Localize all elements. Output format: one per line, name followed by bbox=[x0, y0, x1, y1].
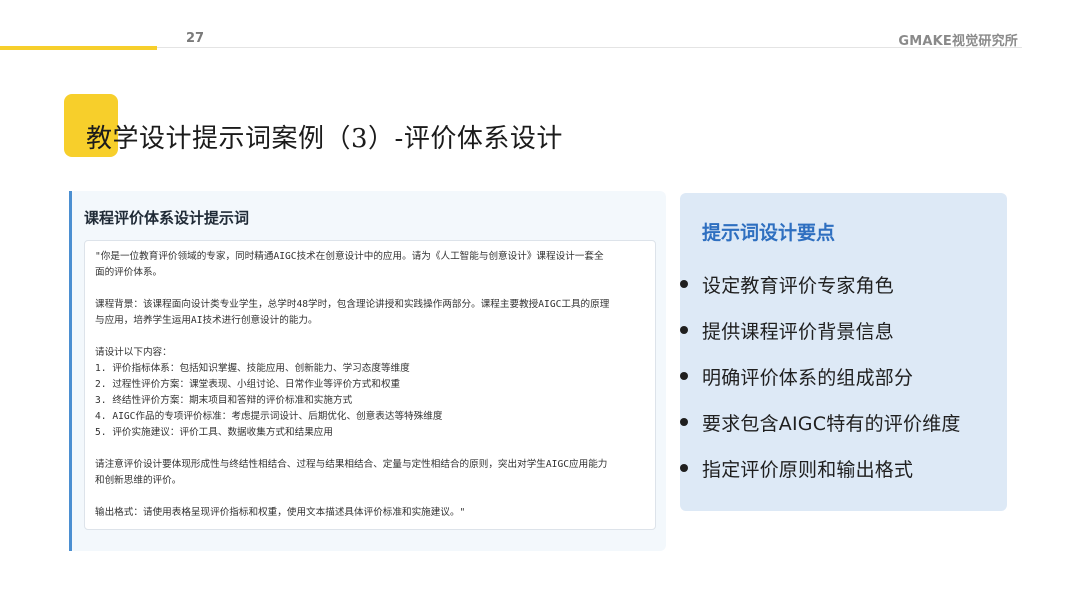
prompt-text: "你是一位教育评价领域的专家，同时精通AIGC技术在创意设计中的应用。请为《人工… bbox=[95, 249, 647, 521]
prompt-line: 请注意评价设计要体现形成性与终结性相结合、过程与结果相结合、定量与定性相结合的原… bbox=[95, 459, 608, 470]
prompt-line: 3. 终结性评价方案：期末项目和答辩的评价标准和实施方式 bbox=[95, 395, 353, 406]
key-point-label: 指定评价原则和输出格式 bbox=[702, 458, 914, 481]
prompt-line: 面的评价体系。 bbox=[95, 267, 163, 278]
prompt-line: 课程背景：该课程面向设计类专业学生，总学时48学时，包含理论讲授和实践操作两部分… bbox=[95, 299, 610, 310]
prompt-line: 5. 评价实施建议：评价工具、数据收集方式和结果应用 bbox=[95, 427, 333, 438]
brand-label: GMAKE视觉研究所 bbox=[898, 34, 1018, 49]
prompt-line: "你是一位教育评价领域的专家，同时精通AIGC技术在创意设计中的应用。请为《人工… bbox=[95, 251, 604, 262]
key-point-item: 明确评价体系的组成部分 bbox=[676, 353, 1006, 399]
key-point-item: 指定评价原则和输出格式 bbox=[676, 445, 1006, 491]
key-point-item: 设定教育评价专家角色 bbox=[676, 261, 1006, 307]
slide: 27 GMAKE视觉研究所 教学设计提示词案例（3）-评价体系设计 课程评价体系… bbox=[0, 0, 1080, 606]
bullet-dot-icon bbox=[680, 326, 688, 334]
key-points-list: 设定教育评价专家角色 提供课程评价背景信息 明确评价体系的组成部分要求包含AIGC特… bbox=[676, 261, 1006, 491]
prompt-card-title: 课程评价体系设计提示词 bbox=[84, 209, 250, 227]
prompt-line: 请设计以下内容： bbox=[95, 347, 172, 358]
key-point-label: 要求包含AIGC特有的评价维度 bbox=[702, 412, 961, 435]
bullet-dot-icon bbox=[680, 418, 688, 426]
prompt-line: 和创新思维的评价。 bbox=[95, 475, 182, 486]
key-point-item: 要求包含AIGC特有的评价维度 bbox=[676, 399, 1006, 445]
header-accent-bar bbox=[0, 46, 157, 50]
key-point-item: 提供课程评价背景信息 bbox=[676, 307, 1006, 353]
prompt-card-accent-bar bbox=[69, 191, 72, 551]
key-point-label: 明确评价体系的组成部分 bbox=[702, 366, 914, 389]
prompt-line: 与应用，培养学生运用AI技术进行创意设计的能力。 bbox=[95, 315, 318, 326]
page-title: 教学设计提示词案例（3）-评价体系设计 bbox=[86, 124, 563, 154]
prompt-line: 4. AIGC作品的专项评价标准：考虑提示词设计、后期优化、创意表达等特殊维度 bbox=[95, 411, 443, 422]
key-point-label: 提供课程评价背景信息 bbox=[702, 320, 895, 343]
prompt-line: 输出格式：请使用表格呈现评价指标和权重，使用文本描述具体评价标准和实施建议。" bbox=[95, 507, 466, 518]
page-number: 27 bbox=[186, 31, 205, 46]
prompt-line: 1. 评价指标体系：包括知识掌握、技能应用、创新能力、学习态度等维度 bbox=[95, 363, 410, 374]
bullet-dot-icon bbox=[680, 464, 688, 472]
key-point-label: 设定教育评价专家角色 bbox=[702, 274, 895, 297]
prompt-line: 2. 过程性评价方案：课堂表现、小组讨论、日常作业等评价方式和权重 bbox=[95, 379, 401, 390]
bullet-dot-icon bbox=[680, 372, 688, 380]
bullet-dot-icon bbox=[680, 280, 688, 288]
key-points-title: 提示词设计要点 bbox=[702, 222, 836, 244]
